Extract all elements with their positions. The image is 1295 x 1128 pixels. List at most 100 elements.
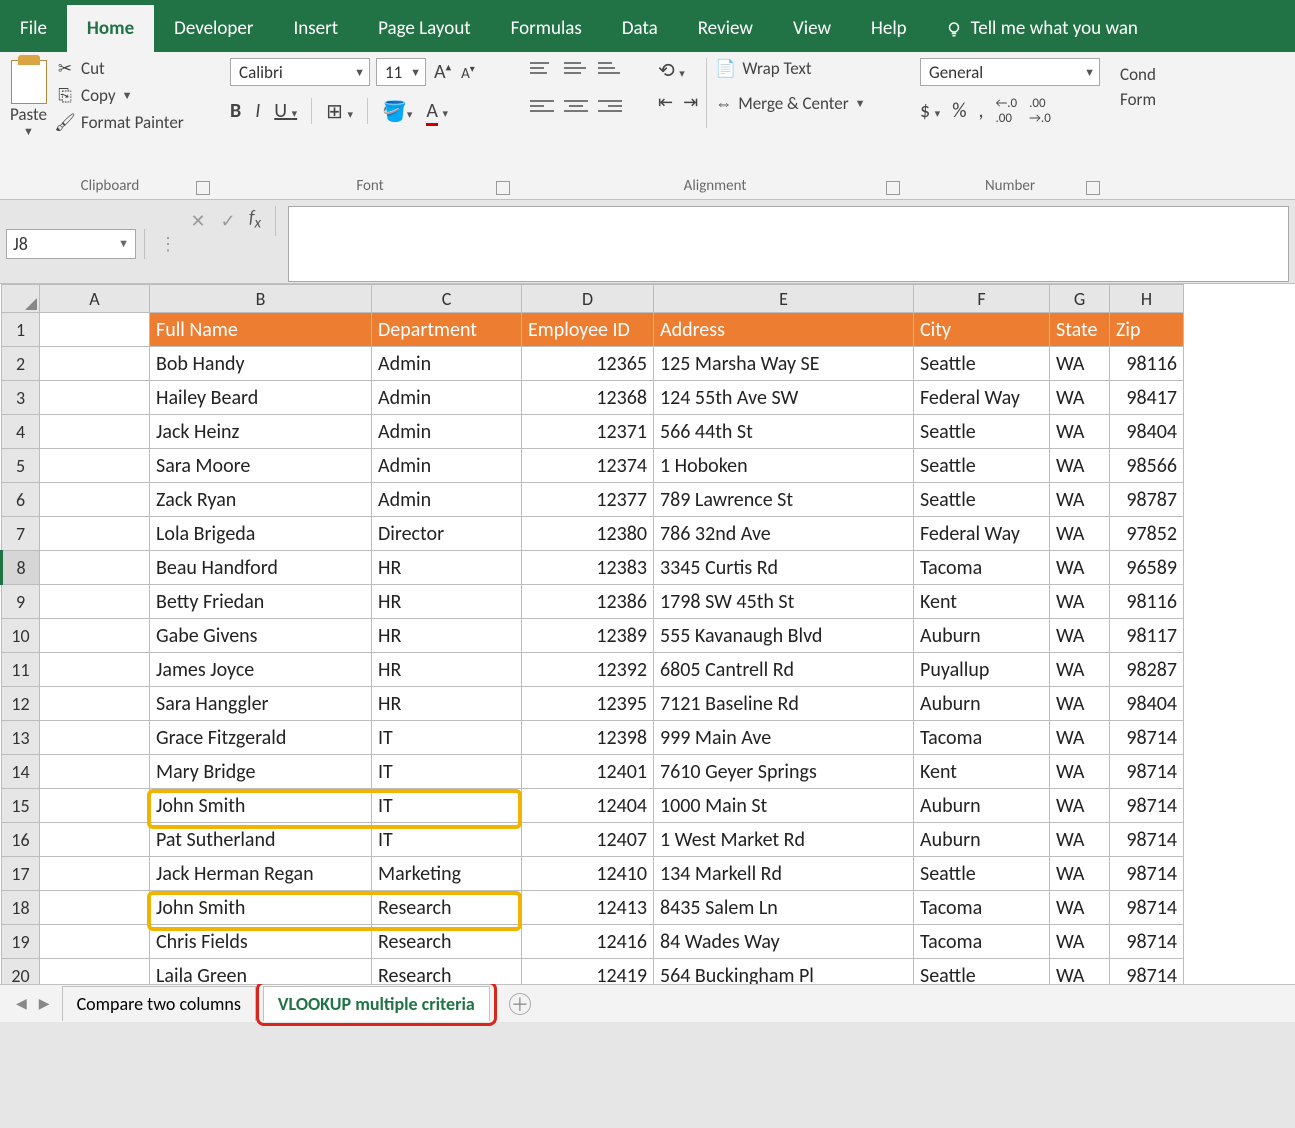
- cell[interactable]: [40, 313, 150, 347]
- cell[interactable]: [40, 483, 150, 517]
- cell[interactable]: IT: [372, 721, 522, 755]
- cancel-icon[interactable]: ✕: [183, 206, 213, 236]
- cell[interactable]: Zip: [1110, 313, 1184, 347]
- cell[interactable]: [40, 619, 150, 653]
- cell[interactable]: 12416: [522, 925, 654, 959]
- tab-help[interactable]: Help: [851, 5, 927, 52]
- cell[interactable]: IT: [372, 789, 522, 823]
- cell[interactable]: 3345 Curtis Rd: [654, 551, 914, 585]
- cell[interactable]: 1000 Main St: [654, 789, 914, 823]
- align-middle-icon[interactable]: [564, 58, 588, 78]
- cell[interactable]: 98287: [1110, 653, 1184, 687]
- cell[interactable]: Hailey Beard: [150, 381, 372, 415]
- cell[interactable]: 1 West Market Rd: [654, 823, 914, 857]
- cell[interactable]: 12386: [522, 585, 654, 619]
- cell[interactable]: 98714: [1110, 721, 1184, 755]
- cell[interactable]: 98714: [1110, 823, 1184, 857]
- cell[interactable]: [40, 517, 150, 551]
- cell[interactable]: 12404: [522, 789, 654, 823]
- cell[interactable]: [40, 721, 150, 755]
- cell[interactable]: 98117: [1110, 619, 1184, 653]
- tab-developer[interactable]: Developer: [154, 5, 273, 52]
- cell[interactable]: WA: [1050, 415, 1110, 449]
- cell[interactable]: WA: [1050, 755, 1110, 789]
- cell[interactable]: Seattle: [914, 449, 1050, 483]
- tab-formulas[interactable]: Formulas: [491, 5, 602, 52]
- cell[interactable]: Grace Fitzgerald: [150, 721, 372, 755]
- column-header[interactable]: D: [522, 285, 654, 313]
- cell[interactable]: Kent: [914, 755, 1050, 789]
- cell[interactable]: Director: [372, 517, 522, 551]
- wrap-text-button[interactable]: 📄Wrap Text: [715, 58, 865, 79]
- cell[interactable]: WA: [1050, 823, 1110, 857]
- column-header[interactable]: A: [40, 285, 150, 313]
- row-header[interactable]: 15: [2, 789, 40, 823]
- cell[interactable]: 98417: [1110, 381, 1184, 415]
- cell[interactable]: Auburn: [914, 619, 1050, 653]
- cell[interactable]: 789 Lawrence St: [654, 483, 914, 517]
- cell[interactable]: 555 Kavanaugh Blvd: [654, 619, 914, 653]
- cell[interactable]: 1798 SW 45th St: [654, 585, 914, 619]
- formula-input[interactable]: [288, 206, 1289, 282]
- row-header[interactable]: 6: [2, 483, 40, 517]
- row-header[interactable]: 7: [2, 517, 40, 551]
- conditional-formatting-button[interactable]: Cond: [1120, 64, 1160, 85]
- cell[interactable]: 12383: [522, 551, 654, 585]
- row-header[interactable]: 2: [2, 347, 40, 381]
- cell[interactable]: 98714: [1110, 925, 1184, 959]
- cell[interactable]: 12395: [522, 687, 654, 721]
- sheet-tab-vlookup[interactable]: VLOOKUP multiple criteria: [263, 986, 490, 1021]
- spreadsheet-grid[interactable]: ABCDEFGH1Full NameDepartmentEmployee IDA…: [0, 284, 1295, 984]
- cell[interactable]: [40, 857, 150, 891]
- column-header[interactable]: E: [654, 285, 914, 313]
- cell[interactable]: Jack Herman Regan: [150, 857, 372, 891]
- row-header[interactable]: 5: [2, 449, 40, 483]
- cell[interactable]: 125 Marsha Way SE: [654, 347, 914, 381]
- cell[interactable]: Beau Handford: [150, 551, 372, 585]
- cell[interactable]: Seattle: [914, 483, 1050, 517]
- cell[interactable]: Tacoma: [914, 551, 1050, 585]
- cell[interactable]: Tacoma: [914, 891, 1050, 925]
- cell[interactable]: 566 44th St: [654, 415, 914, 449]
- cell[interactable]: 98714: [1110, 959, 1184, 985]
- column-header[interactable]: F: [914, 285, 1050, 313]
- cell[interactable]: [40, 585, 150, 619]
- cell[interactable]: Tacoma: [914, 721, 1050, 755]
- sheet-nav-next-icon[interactable]: ▶: [33, 995, 56, 1012]
- cell[interactable]: Seattle: [914, 959, 1050, 985]
- tell-me-search[interactable]: Tell me what you wan: [927, 5, 1138, 52]
- enter-icon[interactable]: ✓: [213, 206, 243, 236]
- cell[interactable]: 134 Markell Rd: [654, 857, 914, 891]
- cell[interactable]: James Joyce: [150, 653, 372, 687]
- cell[interactable]: Research: [372, 959, 522, 985]
- cell[interactable]: 12401: [522, 755, 654, 789]
- row-header[interactable]: 18: [2, 891, 40, 925]
- cell[interactable]: 98714: [1110, 789, 1184, 823]
- cell[interactable]: [40, 551, 150, 585]
- cell[interactable]: 97852: [1110, 517, 1184, 551]
- borders-button[interactable]: ⊞ ▾: [326, 99, 353, 124]
- cell[interactable]: Federal Way: [914, 517, 1050, 551]
- decrease-decimal-icon[interactable]: .00→.0: [1029, 96, 1051, 126]
- cell[interactable]: IT: [372, 755, 522, 789]
- align-left-icon[interactable]: [530, 96, 554, 116]
- column-header[interactable]: C: [372, 285, 522, 313]
- cell[interactable]: Sara Moore: [150, 449, 372, 483]
- cell[interactable]: 786 32nd Ave: [654, 517, 914, 551]
- cell[interactable]: Research: [372, 925, 522, 959]
- cell[interactable]: 564 Buckingham Pl: [654, 959, 914, 985]
- row-header[interactable]: 1: [2, 313, 40, 347]
- cell[interactable]: Address: [654, 313, 914, 347]
- cell[interactable]: 98404: [1110, 687, 1184, 721]
- cell[interactable]: Seattle: [914, 347, 1050, 381]
- cell[interactable]: [40, 687, 150, 721]
- cell[interactable]: WA: [1050, 857, 1110, 891]
- dialog-launcher-icon[interactable]: [1086, 181, 1100, 195]
- cell[interactable]: 12380: [522, 517, 654, 551]
- align-top-icon[interactable]: [530, 58, 554, 78]
- decrease-font-icon[interactable]: A▾: [459, 62, 477, 83]
- cell[interactable]: 6805 Cantrell Rd: [654, 653, 914, 687]
- cell[interactable]: WA: [1050, 721, 1110, 755]
- tab-file[interactable]: File: [0, 5, 67, 52]
- cell[interactable]: [40, 789, 150, 823]
